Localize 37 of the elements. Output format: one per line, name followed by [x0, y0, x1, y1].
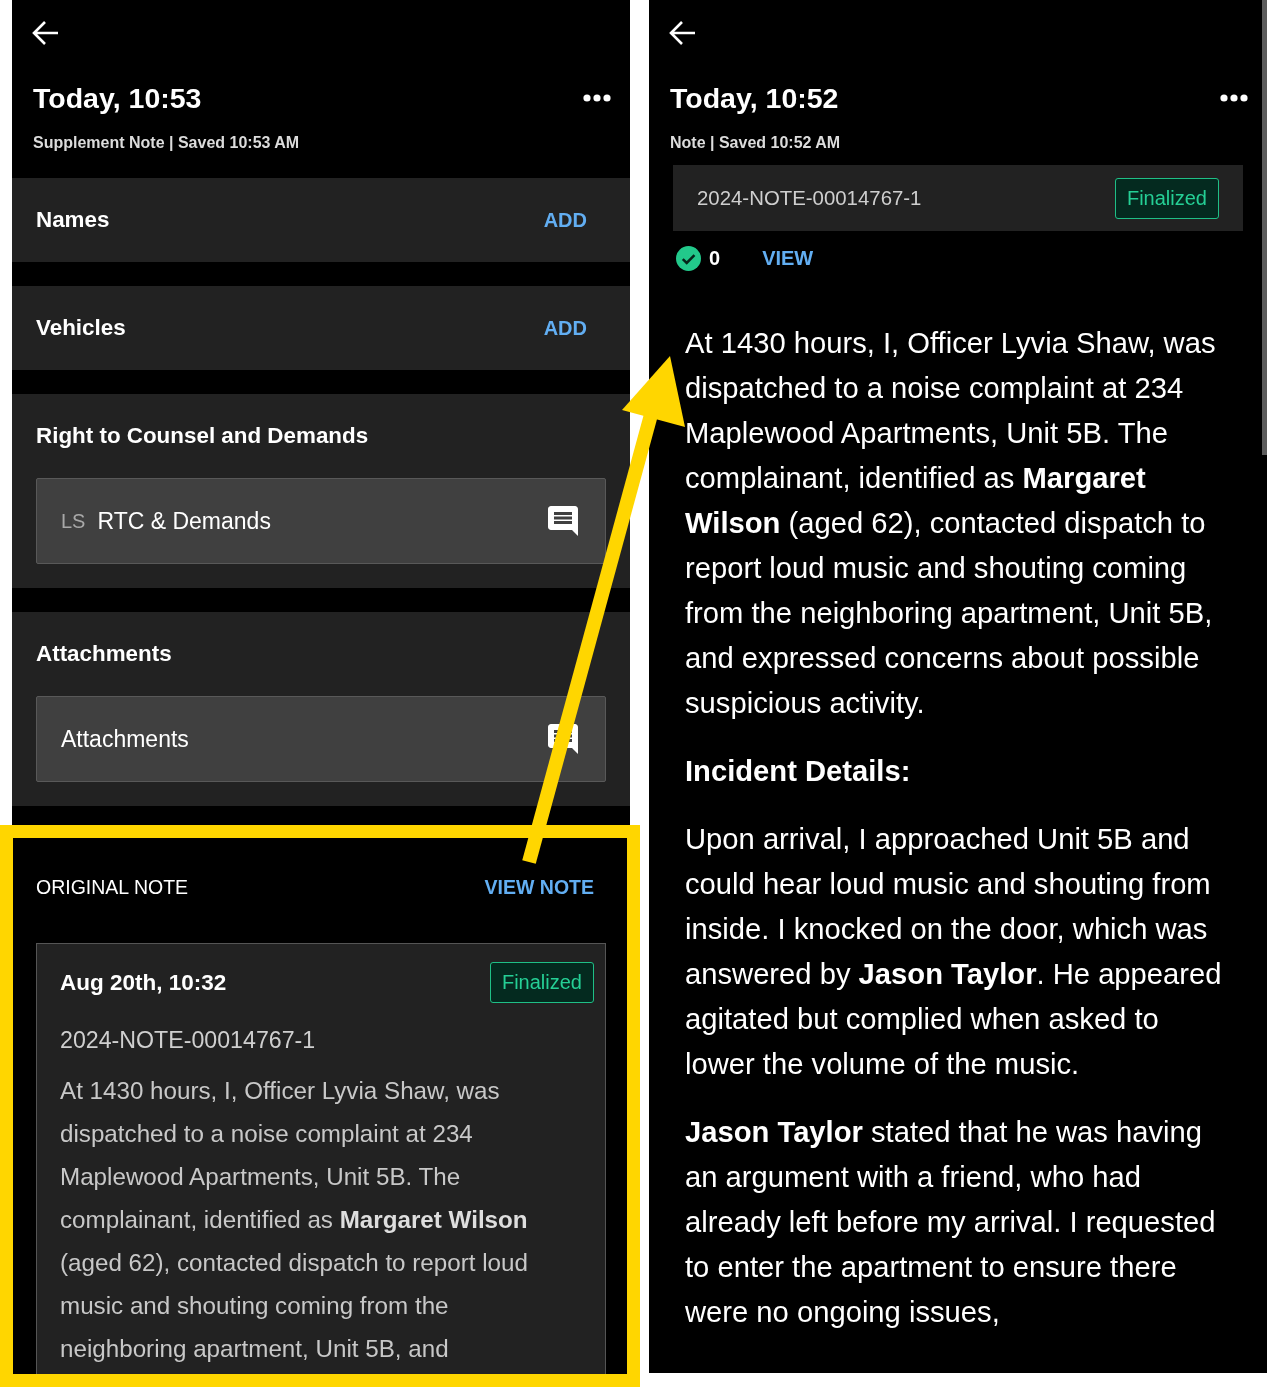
add-button[interactable]: ADD	[543, 316, 587, 340]
screen-subtitle: Supplement Note | Saved 10:53 AM	[33, 134, 300, 151]
scrollbar-thumb[interactable]	[1262, 0, 1267, 455]
note-heading: Incident Details:	[685, 754, 912, 789]
comment-icon[interactable]	[548, 506, 578, 536]
add-button[interactable]: ADD	[543, 208, 587, 232]
note-paragraph: At 1430 hours, I, Officer Lyvia Shaw, was dispatched to a noise complaint at 234 Maplewood Apartments, Unit 5B. The complainant, identified as Margaret Wilson (aged 62), contacted dispatch to report loud music and shouting coming from the neighboring apartment, Unit 5B, and expressed concerns about possible suspicious activity.	[685, 326, 1217, 721]
back-arrow-icon[interactable]	[668, 20, 696, 46]
comment-icon[interactable]	[548, 724, 578, 754]
approval-count: 0	[709, 246, 721, 270]
note-date: Aug 20th, 10:32	[60, 969, 227, 996]
view-note-link[interactable]: VIEW NOTE	[484, 875, 594, 899]
section-heading: Attachments	[36, 641, 172, 666]
note-number: 2024-NOTE-00014767-1	[697, 186, 922, 210]
more-icon[interactable]	[1220, 94, 1248, 102]
section-heading: Right to Counsel and Demands	[36, 423, 369, 448]
more-icon[interactable]	[583, 94, 611, 102]
note-paragraph: Jason Taylor stated that he was having an argument with a friend, who had already left before my arrival. I requested to enter the apartment to ensure there were no ongoing issues,	[685, 1115, 1217, 1330]
section-label: ORIGINAL NOTE	[36, 875, 189, 899]
back-arrow-icon[interactable]	[31, 20, 59, 46]
check-circle-icon	[676, 245, 701, 271]
entry-card[interactable]: LS RTC & Demands	[36, 478, 606, 564]
entry-title: Attachments	[61, 725, 189, 753]
note-paragraph: Upon arrival, I approached Unit 5B and could hear loud music and shouting from inside. I knocked on the door, which was answered by Jason Taylor. He appeared agitated but complied when asked to lower the volume of the music.	[685, 822, 1223, 1082]
entry-title: RTC & Demands	[97, 507, 271, 535]
section-heading: Names	[36, 207, 110, 233]
status-badge: Finalized	[1114, 177, 1219, 219]
view-link[interactable]: VIEW	[762, 246, 814, 270]
screen-title: Today, 10:53	[33, 81, 202, 115]
screen-title: Today, 10:52	[670, 81, 839, 115]
entry-card[interactable]: Attachments	[36, 696, 606, 782]
screen-subtitle: Note | Saved 10:52 AM	[670, 134, 841, 151]
initials-text: LS	[61, 509, 86, 533]
status-badge: Finalized	[489, 962, 594, 1003]
note-text: At 1430 hours, I, Officer Lyvia Shaw, was dispatched to a noise complaint at 234 Maplewood Apartments, Unit 5B. The complainant, identified as Margaret Wilson (aged 62), contacted dispatch to report loud music and shouting coming from the neighboring apartment, Unit 5B, and	[60, 1076, 529, 1364]
section-heading: Vehicles	[36, 315, 126, 341]
note-number: 2024-NOTE-00014767-1	[60, 1027, 316, 1053]
